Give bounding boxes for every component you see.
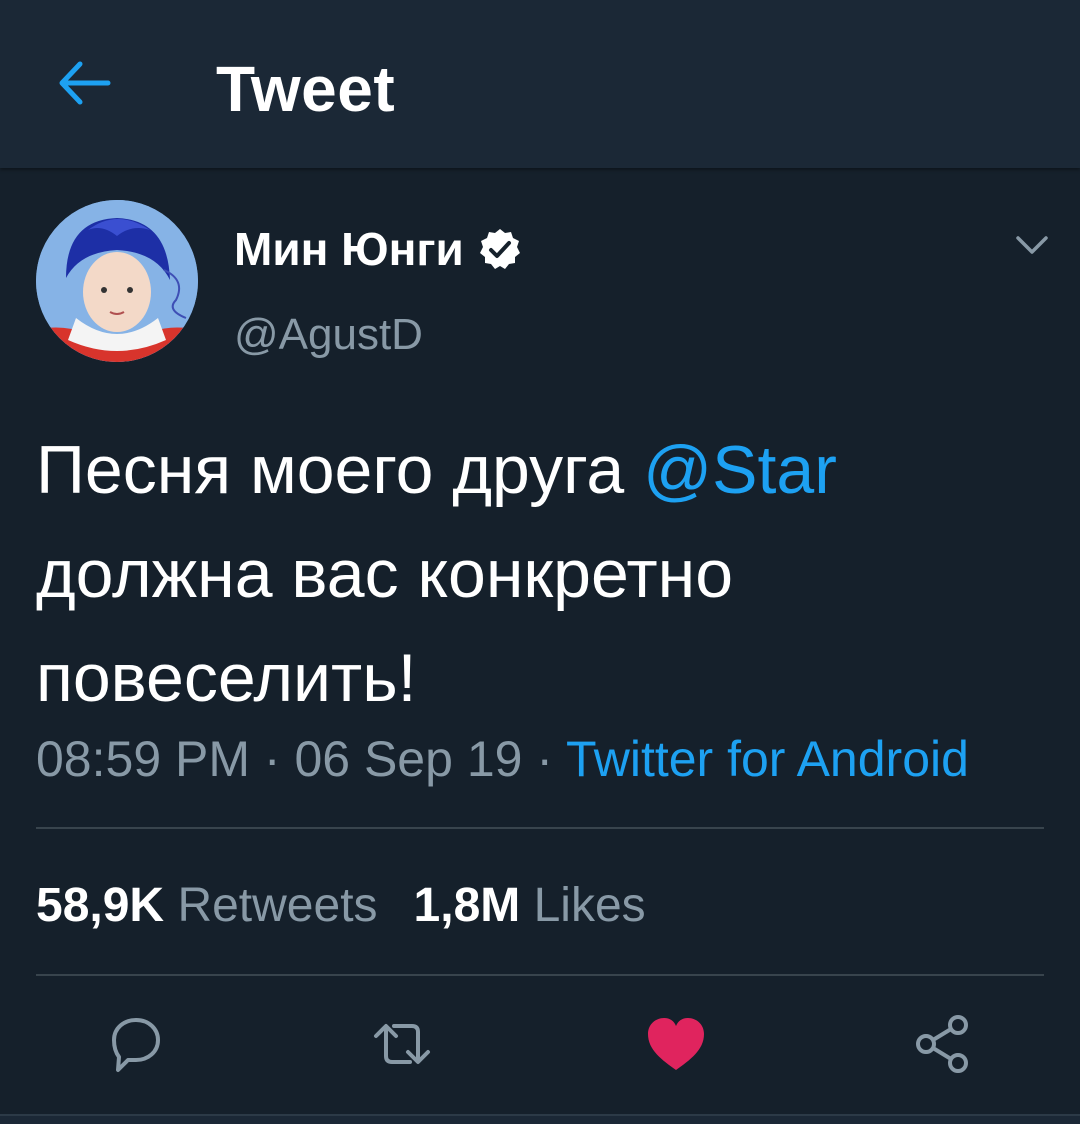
back-button[interactable] xyxy=(56,58,112,108)
tweet-stats: 58,9K Retweets 1,8M Likes xyxy=(36,878,646,933)
divider xyxy=(36,827,1044,829)
divider xyxy=(36,974,1044,976)
likes-stat[interactable]: 1,8M Likes xyxy=(414,879,646,932)
tweet-text: Песня моего друга @Star должна вас конкре… xyxy=(36,418,1046,730)
tweet-metadata: 08:59 PM · 06 Sep 19 · Twitter for Andro… xyxy=(36,730,969,788)
avatar[interactable] xyxy=(36,200,198,362)
share-button[interactable] xyxy=(912,1012,976,1076)
chevron-down-icon xyxy=(1016,236,1048,254)
like-button[interactable] xyxy=(644,1012,708,1076)
author-name[interactable]: Мин Юнги xyxy=(234,222,464,276)
retweet-button[interactable] xyxy=(370,1012,434,1076)
tweet-text-part: должна вас конкретно повеселить! xyxy=(36,536,734,716)
retweets-label: Retweets xyxy=(177,879,378,932)
share-icon xyxy=(916,1015,968,1073)
meta-separator: · xyxy=(522,731,566,787)
retweets-count: 58,9K xyxy=(36,879,165,932)
author-handle[interactable]: @AgustD xyxy=(234,310,423,360)
tweet-source-link[interactable]: Twitter for Android xyxy=(566,731,969,787)
likes-count: 1,8M xyxy=(413,879,521,932)
reply-icon xyxy=(112,1018,160,1072)
verified-badge-icon xyxy=(479,229,520,269)
author-name-row[interactable]: Мин Юнги xyxy=(234,222,522,276)
bottom-edge xyxy=(0,1114,1080,1124)
top-bar: Tweet xyxy=(0,0,1080,168)
avatar-image xyxy=(36,200,198,362)
page-title: Tweet xyxy=(216,53,396,125)
tweet-date: 06 Sep 19 xyxy=(294,731,523,787)
retweet-icon xyxy=(374,1024,430,1064)
retweets-stat[interactable]: 58,9K Retweets xyxy=(36,879,378,932)
likes-label: Likes xyxy=(533,879,646,932)
tweet-text-part: Песня моего друга xyxy=(36,432,644,508)
more-options-button[interactable] xyxy=(1012,230,1052,260)
tweet-time: 08:59 PM xyxy=(36,731,251,787)
mention-link[interactable]: @Star xyxy=(643,432,837,508)
reply-button[interactable] xyxy=(104,1012,168,1076)
arrow-left-icon xyxy=(59,61,111,105)
meta-separator: · xyxy=(250,731,295,787)
like-icon xyxy=(648,1018,704,1070)
